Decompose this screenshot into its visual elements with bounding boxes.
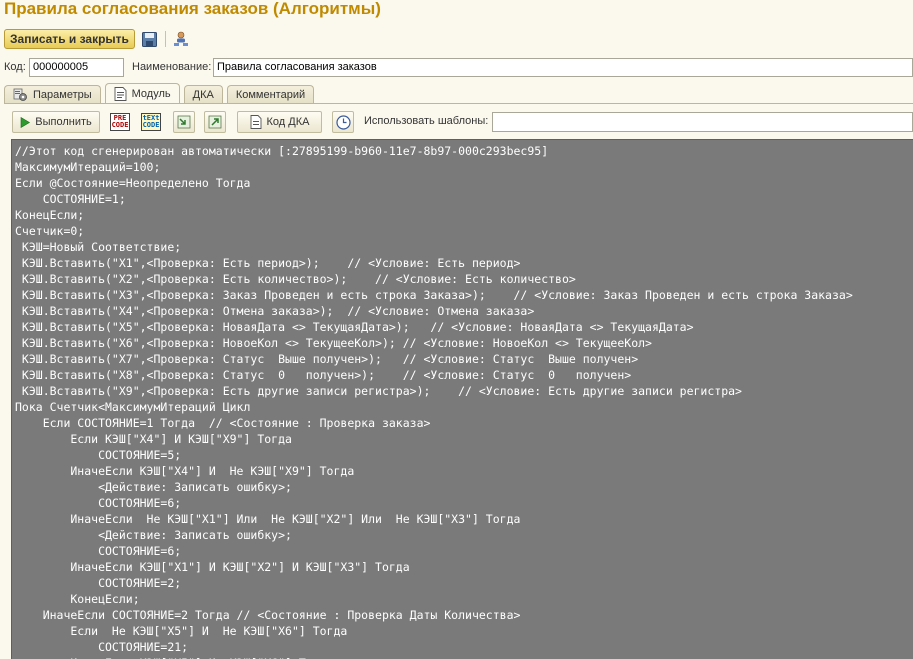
code-line: МаксимумИтераций=100; (15, 160, 161, 174)
code-line: КЭШ.Вставить("X2",<Проверка: Есть количе… (15, 272, 576, 286)
name-field[interactable]: Правила согласования заказов (213, 58, 913, 77)
code-line: <Действие: Записать ошибку>; (15, 528, 292, 542)
pre-code-icon[interactable]: PRE CODE (110, 113, 130, 131)
run-button[interactable]: Выполнить (12, 111, 100, 133)
user-structure-icon[interactable] (172, 30, 190, 48)
code-field[interactable]: 000000005 (29, 58, 124, 77)
code-line: Пока Счетчик<МаксимумИтераций Цикл (15, 400, 251, 414)
code-line: КЭШ.Вставить("X5",<Проверка: НоваяДата <… (15, 320, 694, 334)
code-line: СОСТОЯНИЕ=2; (15, 576, 182, 590)
editor-toolbar: Выполнить PRE CODE tEXt CODE Код ДКА Исп… (10, 110, 913, 134)
text-code-icon[interactable]: tEXt CODE (141, 113, 161, 131)
code-line: КЭШ.Вставить("X8",<Проверка: Статус 0 по… (15, 368, 632, 382)
pre-code-icon-bottom: CODE (111, 121, 129, 129)
toolbar-separator (164, 31, 166, 47)
code-line: КонецЕсли; (15, 592, 140, 606)
run-label: Выполнить (35, 116, 92, 128)
code-line: Если СОСТОЯНИЕ=1 Тогда // <Состояние : П… (15, 416, 431, 430)
save-and-close-button[interactable]: Записать и закрыть (4, 29, 135, 49)
code-line: КЭШ=Новый Соответствие; (15, 240, 182, 254)
code-line: СОСТОЯНИЕ=21; (15, 640, 189, 654)
code-line: Если КЭШ["X4"] И КЭШ["X9"] Тогда (15, 432, 292, 446)
code-line: //Этот код сгенерирован автоматически [:… (15, 144, 549, 158)
module-icon (114, 87, 127, 101)
tab-parameters-label: Параметры (33, 89, 92, 101)
tab-parameters[interactable]: Параметры (4, 85, 101, 104)
header-fields: Код: 000000005 Наименование: Правила сог… (4, 58, 913, 78)
tab-module[interactable]: Модуль (104, 83, 180, 104)
play-icon (20, 116, 31, 128)
dka-code-label: Код ДКА (266, 116, 310, 128)
import-button[interactable] (173, 111, 195, 133)
code-line: Если Не КЭШ["X5"] И Не КЭШ["X6"] Тогда (15, 624, 348, 638)
code-line: КЭШ.Вставить("X4",<Проверка: Отмена зака… (15, 304, 535, 318)
tab-dka-label: ДКА (192, 89, 214, 101)
document-icon (250, 115, 262, 129)
code-line: КонецЕсли; (15, 208, 85, 222)
templates-toggle-button[interactable] (332, 111, 354, 133)
tab-comment[interactable]: Комментарий (226, 85, 315, 104)
code-line: ИначеЕсли КЭШ["X1"] И КЭШ["X2"] И КЭШ["X… (15, 560, 410, 574)
code-line: КЭШ.Вставить("X7",<Проверка: Статус Выше… (15, 352, 639, 366)
code-line: КЭШ.Вставить("X6",<Проверка: НовоеКол <>… (15, 336, 652, 350)
code-line: <Действие: Записать ошибку>; (15, 480, 292, 494)
tab-dka[interactable]: ДКА (183, 85, 223, 104)
import-icon (177, 115, 191, 129)
code-line: КЭШ.Вставить("X9",<Проверка: Есть другие… (15, 384, 742, 398)
code-line: СОСТОЯНИЕ=5; (15, 448, 182, 462)
templates-label: Использовать шаблоны: (364, 115, 489, 127)
text-code-icon-bottom: CODE (142, 121, 160, 129)
code-line: СОСТОЯНИЕ=6; (15, 544, 182, 558)
export-button[interactable] (204, 111, 226, 133)
code-line: КЭШ.Вставить("X3",<Проверка: Заказ Прове… (15, 288, 853, 302)
floppy-disk-icon[interactable] (141, 30, 159, 48)
code-line: СОСТОЯНИЕ=1; (15, 192, 126, 206)
code-line: Если @Состояние=Неопределено Тогда (15, 176, 251, 190)
code-label: Код: (4, 61, 26, 73)
export-icon (208, 115, 222, 129)
code-line: ИначеЕсли СОСТОЯНИЕ=2 Тогда // <Состояни… (15, 608, 521, 622)
dka-code-button[interactable]: Код ДКА (237, 111, 322, 133)
code-line: ИначеЕсли КЭШ["X5"] И КЭШ["X6"] Тогда (15, 655, 913, 659)
main-toolbar: Записать и закрыть (4, 28, 190, 50)
tab-bar: Параметры Модуль ДКА Комментарий (4, 83, 318, 104)
tab-underline (4, 103, 913, 104)
code-line: ИначеЕсли Не КЭШ["X1"] Или Не КЭШ["X2"] … (15, 512, 521, 526)
code-line: Счетчик=0; (15, 224, 85, 238)
code-line: СОСТОЯНИЕ=6; (15, 496, 182, 510)
window-title: Правила согласования заказов (Алгоритмы) (4, 0, 381, 18)
name-label: Наименование: (132, 61, 212, 73)
templates-field[interactable] (492, 112, 913, 132)
clock-icon (335, 114, 351, 130)
parameters-icon (13, 88, 28, 102)
code-line: КЭШ.Вставить("X1",<Проверка: Есть период… (15, 256, 521, 270)
code-text[interactable]: //Этот код сгенерирован автоматически [:… (12, 140, 913, 659)
tab-comment-label: Комментарий (235, 89, 306, 101)
code-editor[interactable]: //Этот код сгенерирован автоматически [:… (11, 139, 913, 659)
code-line: ИначеЕсли КЭШ["X4"] И Не КЭШ["X9"] Тогда (15, 464, 355, 478)
tab-module-label: Модуль (131, 88, 171, 100)
